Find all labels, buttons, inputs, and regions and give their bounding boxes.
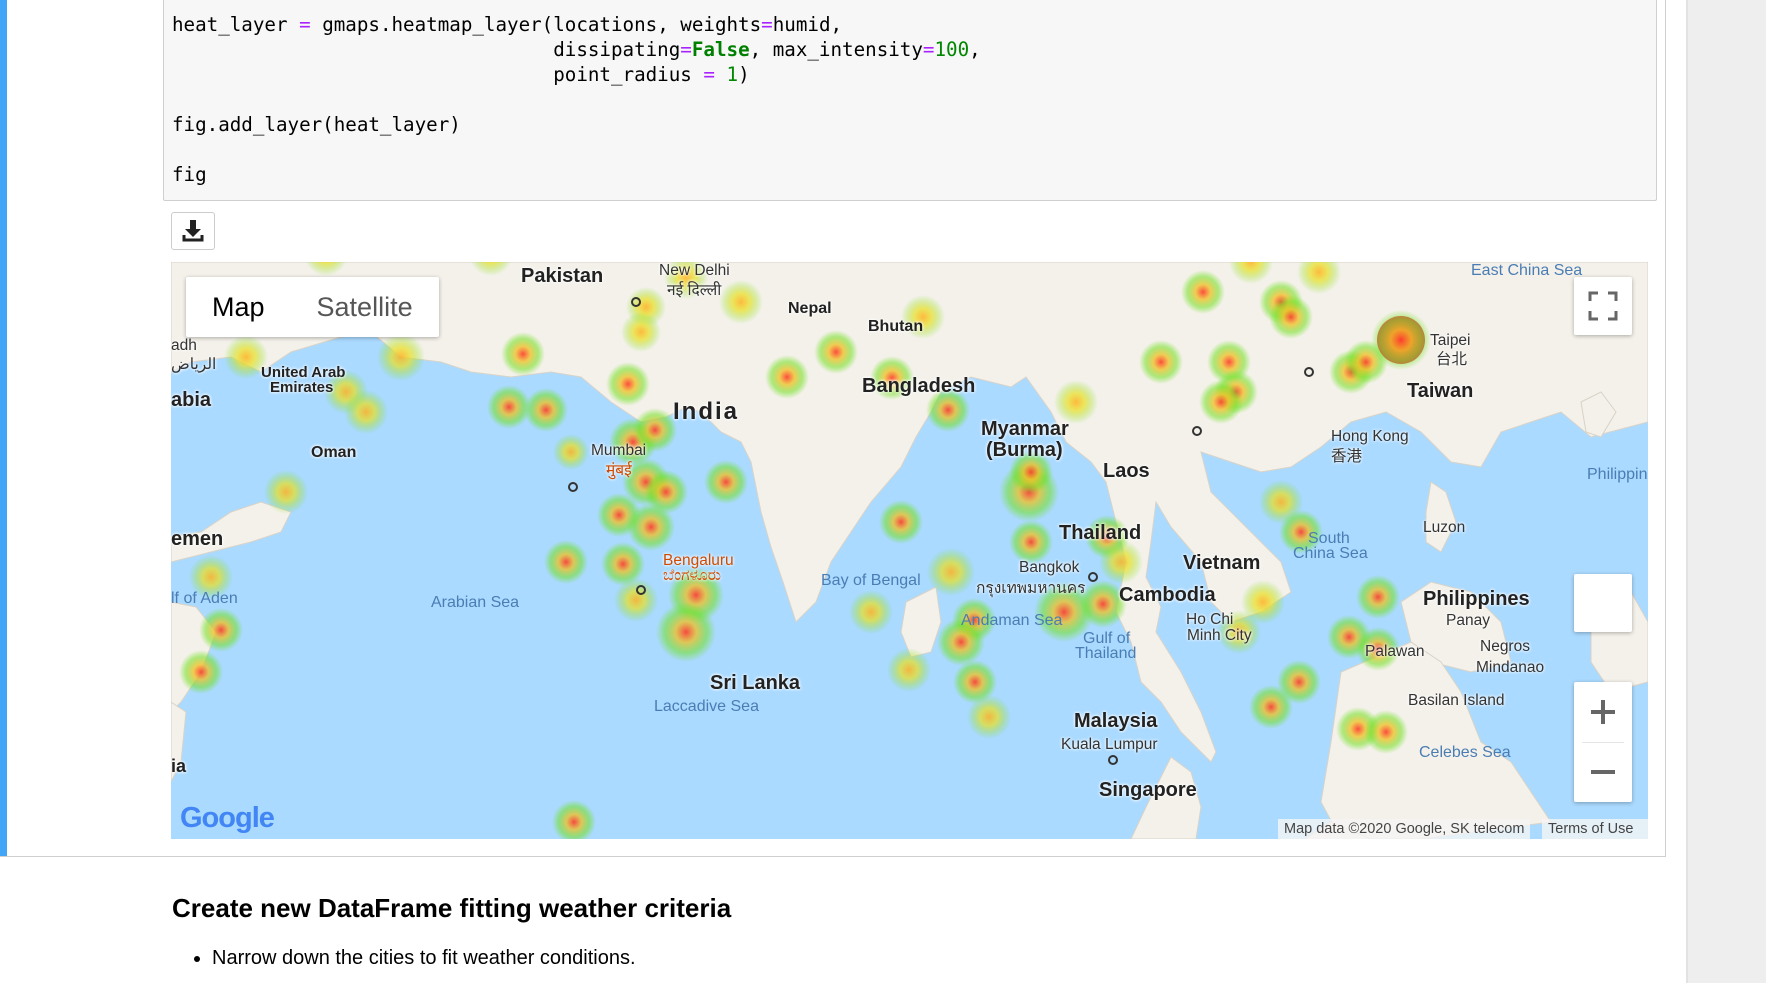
label-country: Pakistan (521, 265, 604, 287)
label-country: Oman (311, 444, 357, 461)
label-country: India (673, 398, 740, 425)
code-text[interactable]: heat_layer = gmaps.heatmap_layer(locatio… (172, 12, 981, 187)
label-city: Panay (1446, 612, 1490, 629)
google-logo: Google (180, 802, 275, 834)
code-line: dissipating=False, max_intensity=100, (553, 38, 981, 61)
markdown-heading: Create new DataFrame fitting weather cri… (172, 893, 731, 924)
label-country: Malaysia (1074, 710, 1158, 732)
code-cell[interactable]: heat_layer = gmaps.heatmap_layer(locatio… (0, 0, 1666, 857)
label-sea: East China Sea (1471, 262, 1583, 279)
label-country: Singapore (1099, 779, 1197, 801)
label-sea: Andaman Sea (961, 612, 1063, 629)
label-sea: Celebes Sea (1419, 744, 1511, 761)
minus-icon[interactable] (1574, 742, 1632, 802)
section-heading: Create new DataFrame fitting weather cri… (172, 893, 732, 923)
label-country: Emirates (270, 379, 334, 396)
label-sea: Laccadive Sea (654, 698, 759, 715)
label-country: ia (171, 756, 187, 776)
street-view-button[interactable] (1574, 574, 1632, 632)
label-sea: lf of Aden (171, 590, 238, 607)
label-city: 台北 (1436, 351, 1468, 368)
cell-selection-bar (0, 0, 7, 856)
label-country: Thailand (1059, 522, 1142, 544)
zoom-control (1574, 682, 1632, 802)
map-type-map-button[interactable]: Map (186, 277, 291, 337)
label-city: Minh City (1187, 627, 1252, 644)
fullscreen-button[interactable] (1574, 277, 1632, 335)
label-country: Bhutan (868, 318, 924, 335)
label-sea: Arabian Sea (431, 594, 520, 611)
label-country: Vietnam (1183, 552, 1261, 574)
label-city: Luzon (1423, 519, 1466, 536)
label-city: กรุงเทพมหานคร (976, 580, 1086, 597)
label-sea: Philippin (1587, 466, 1648, 483)
label-city: adh (171, 337, 197, 354)
download-button[interactable] (171, 212, 215, 250)
label-city: नई दिल्ली (667, 282, 722, 299)
map-type-satellite-button[interactable]: Satellite (291, 277, 439, 337)
map-widget[interactable]: Pakistan India Nepal Bhutan Bangladesh M… (171, 262, 1648, 839)
map-type-control: Map Satellite (186, 277, 439, 337)
label-country: Taiwan (1407, 380, 1474, 402)
label-country: Sri Lanka (710, 672, 801, 694)
label-country: (Burma) (986, 439, 1063, 461)
code-line: point_radius = 1) (553, 63, 750, 86)
list-item: Narrow down the cities to fit weather co… (212, 947, 636, 970)
label-city: 香港 (1331, 448, 1363, 465)
label-city: ಬೆಂಗಳೂರು (663, 567, 721, 584)
label-city: Kuala Lumpur (1061, 736, 1158, 753)
label-city: Mindanao (1476, 659, 1545, 676)
label-city: Negros (1480, 638, 1530, 655)
label-country: Bangladesh (862, 375, 976, 397)
label-sea: Bay of Bengal (821, 572, 921, 589)
code-input-area[interactable]: heat_layer = gmaps.heatmap_layer(locatio… (163, 0, 1657, 201)
code-line: heat_layer = gmaps.heatmap_layer(locatio… (172, 13, 843, 36)
label-country: Philippines (1423, 588, 1530, 610)
label-country: abia (171, 389, 212, 411)
label-country: Myanmar (981, 418, 1069, 440)
label-country: Nepal (788, 300, 832, 317)
label-city: Basilan Island (1408, 692, 1505, 709)
label-country: Cambodia (1119, 584, 1216, 606)
code-line: fig (172, 163, 207, 186)
plus-icon[interactable] (1574, 682, 1632, 742)
label-sea: Thailand (1075, 645, 1137, 662)
terms-of-use-link[interactable]: Terms of Use (1542, 819, 1648, 839)
label-city: Palawan (1365, 643, 1425, 660)
page-right-margin (1688, 0, 1766, 983)
label-country: emen (171, 528, 224, 550)
download-icon (182, 220, 204, 242)
fullscreen-icon (1588, 291, 1618, 321)
label-city: الرياض (171, 356, 217, 373)
label-sea: China Sea (1293, 545, 1368, 562)
map-attribution: Map data ©2020 Google, SK telecom (1278, 819, 1531, 839)
markdown-list: Narrow down the cities to fit weather co… (172, 947, 636, 970)
label-city: मुंबई (606, 462, 632, 479)
code-line: fig.add_layer(heat_layer) (172, 113, 461, 136)
label-country: Laos (1103, 460, 1150, 482)
